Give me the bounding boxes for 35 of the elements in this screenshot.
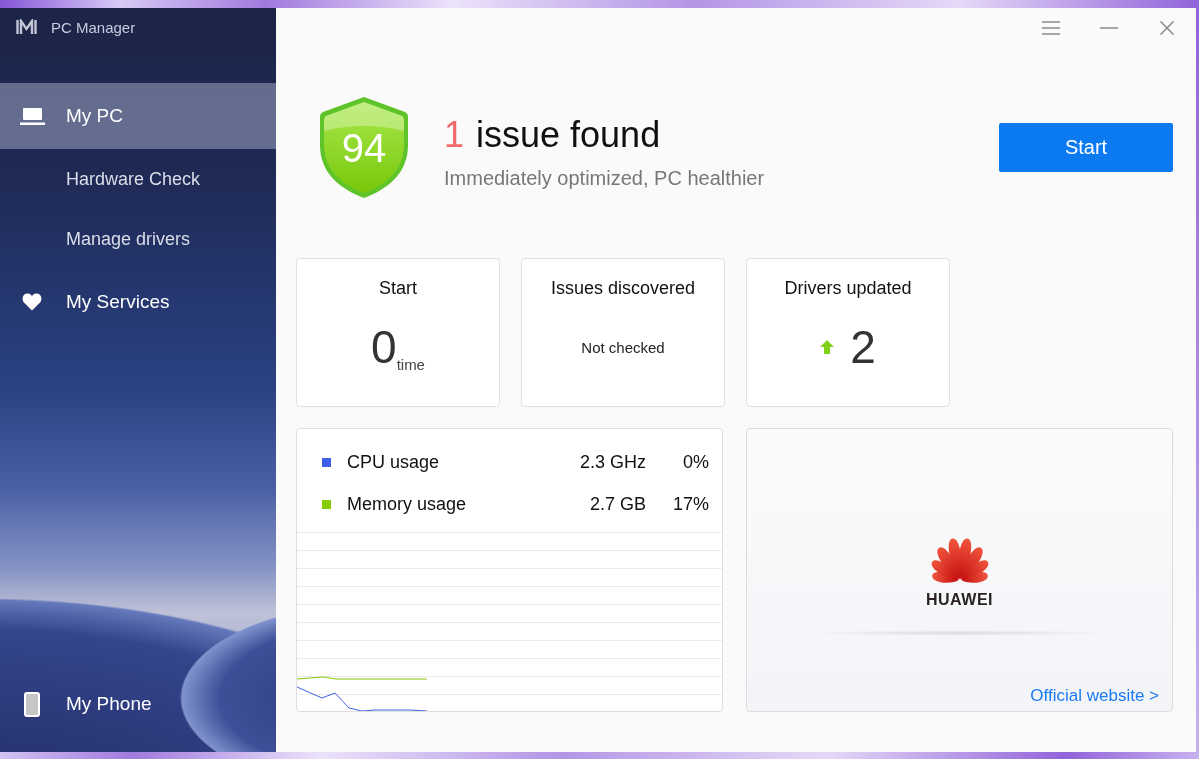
usage-reading: 2.7 GB — [589, 493, 646, 515]
website-link[interactable]: Official website > — [1030, 685, 1159, 707]
phone-icon — [24, 691, 40, 717]
usage-label: Memory usage — [347, 493, 468, 515]
headline: issue found — [476, 114, 661, 156]
logo-icon — [16, 19, 37, 35]
usage-reading: 2.3 GHz — [579, 451, 646, 473]
nav-item[interactable]: Manage drivers — [0, 209, 276, 269]
nav-item[interactable]: My Phone — [0, 671, 276, 737]
app-title: PC Manager — [51, 18, 136, 36]
menu-icon — [1042, 21, 1060, 35]
up-arrow-icon — [820, 340, 835, 354]
heart-icon — [22, 293, 42, 311]
stat-title: Issues discovered — [550, 277, 696, 300]
stat-title: Start — [379, 277, 417, 300]
laptop-icon — [19, 107, 45, 125]
stat-value: 2 — [850, 324, 876, 370]
usage-label: CPU usage — [347, 451, 441, 473]
start-button[interactable]: Start — [999, 123, 1173, 172]
minimize-icon — [1100, 27, 1118, 29]
health-score: 94 — [341, 127, 387, 168]
logo-text: HUAWEI — [926, 591, 993, 609]
stat-unit: time — [396, 357, 425, 372]
nav-item[interactable]: My Services — [0, 269, 276, 335]
usage-percent: 17% — [671, 493, 709, 515]
close-icon — [1160, 21, 1174, 35]
shield-icon — [320, 97, 408, 198]
issue-count: 1 — [444, 114, 465, 156]
stat-title: Drivers updated — [784, 277, 912, 300]
usage-percent: 0% — [682, 451, 709, 473]
stat-status: Not checked — [581, 338, 665, 356]
stat-value: 0 — [371, 324, 397, 370]
nav-item[interactable]: Hardware Check — [0, 149, 276, 209]
nav-item[interactable]: My PC — [0, 83, 276, 149]
subtitle: Immediately optimized, PC healthier — [444, 166, 765, 191]
